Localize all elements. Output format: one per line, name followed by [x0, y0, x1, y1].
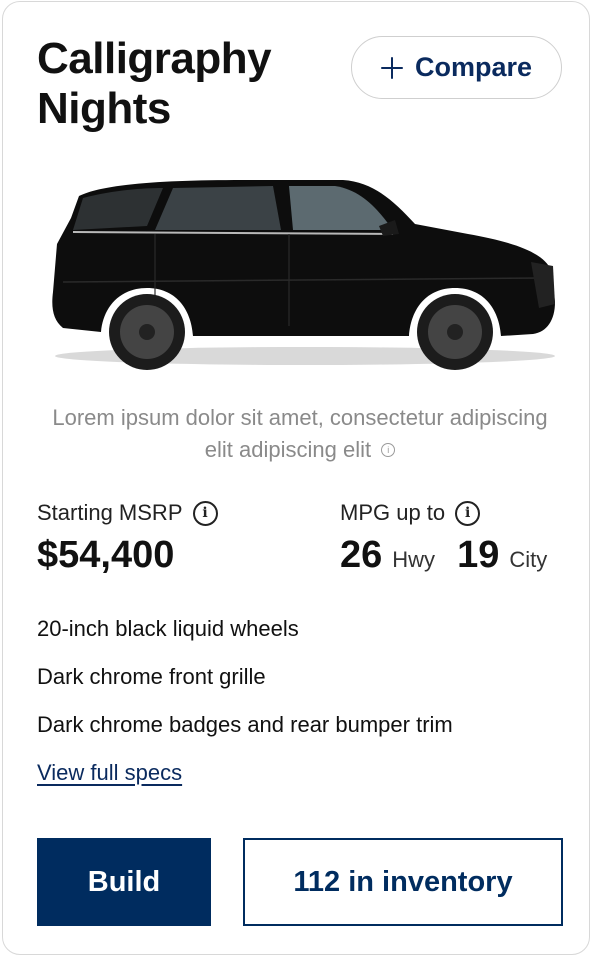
mpg-values: 26 Hwy 19 City	[340, 534, 569, 577]
info-icon[interactable]: i	[381, 443, 396, 457]
feature-item: 20-inch black liquid wheels	[37, 616, 299, 641]
feature-item: Dark chrome front grille	[37, 664, 266, 689]
vehicle-title: Calligraphy Nights	[37, 34, 272, 133]
description-text: Lorem ipsum dolor sit amet, consectetur …	[52, 405, 548, 462]
mpg-hwy-value: 26	[340, 534, 383, 576]
mpg-hwy-unit: Hwy	[392, 547, 436, 572]
car-window-mid	[155, 186, 281, 230]
info-icon[interactable]: i	[192, 500, 218, 526]
msrp-label: Starting MSRP	[37, 500, 183, 525]
view-full-specs-link[interactable]: View full specs	[37, 760, 182, 786]
vehicle-image	[52, 180, 555, 370]
mpg-label-row: MPG up to i	[340, 500, 481, 526]
vehicle-card: Calligraphy Nights Compare Lorem ipsum d…	[2, 1, 590, 955]
info-icon[interactable]: i	[455, 500, 481, 526]
compare-label: Compare	[414, 52, 533, 82]
plus-icon	[380, 56, 403, 79]
msrp-value: $54,400	[37, 534, 175, 576]
feature-item: Dark chrome badges and rear bumper trim	[37, 712, 453, 737]
msrp-label-row: Starting MSRP i	[37, 500, 218, 526]
mpg-label: MPG up to	[340, 500, 446, 525]
mpg-city-value: 19	[457, 534, 500, 576]
inventory-button[interactable]: 112 in inventory	[243, 838, 563, 926]
vehicle-description: Lorem ipsum dolor sit amet, consectetur …	[43, 402, 557, 466]
compare-button[interactable]: Compare	[351, 36, 562, 99]
mpg-city-unit: City	[509, 547, 548, 572]
build-button[interactable]: Build	[37, 838, 211, 926]
